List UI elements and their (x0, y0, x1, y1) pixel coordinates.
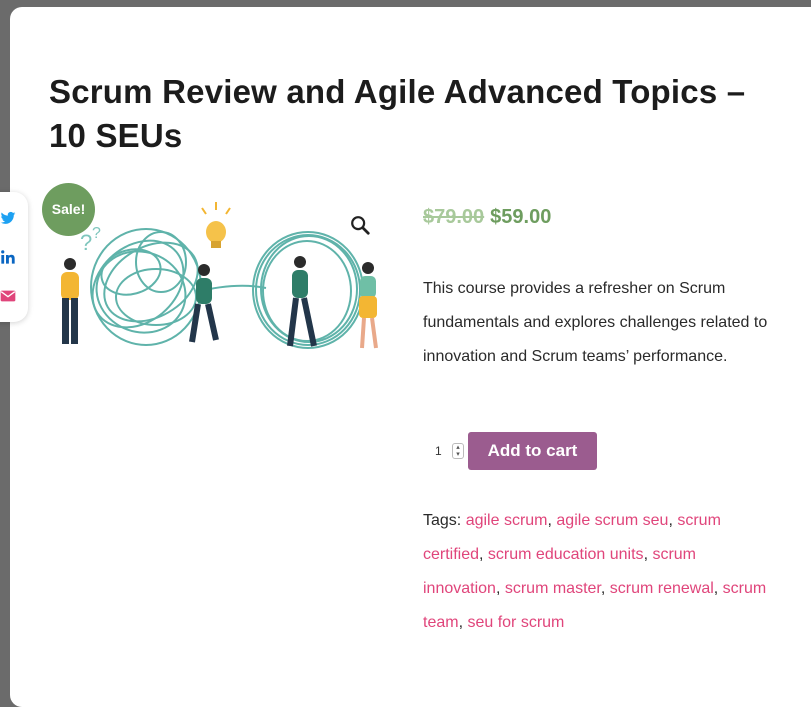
tag-link[interactable]: scrum education units (488, 546, 644, 563)
tag-link[interactable]: agile scrum seu (556, 512, 668, 529)
svg-text:?: ? (80, 230, 92, 255)
tag-link[interactable]: scrum master (505, 580, 601, 597)
tags-label: Tags: (423, 512, 462, 529)
twitter-icon[interactable] (0, 210, 16, 226)
sale-price: $59.00 (490, 206, 552, 228)
zoom-icon[interactable] (349, 214, 371, 236)
product-tags: Tags: agile scrum, agile scrum seu, scru… (423, 512, 767, 631)
tag-link[interactable]: scrum renewal (610, 580, 714, 597)
product-description: This course provides a refresher on Scru… (423, 280, 768, 365)
social-share-bar (0, 192, 28, 322)
tag-link[interactable]: seu for scrum (467, 614, 564, 631)
linkedin-icon[interactable] (0, 249, 16, 265)
product-illustration: ? ? (61, 202, 378, 349)
email-icon[interactable] (0, 288, 16, 304)
person-standing (287, 256, 317, 347)
sale-badge: Sale! (42, 183, 95, 236)
tag-link[interactable]: agile scrum (466, 512, 548, 529)
product-price: $79.00 $59.00 (423, 206, 551, 229)
product-title: Scrum Review and Agile Advanced Topics –… (49, 73, 746, 154)
svg-text:?: ? (92, 225, 101, 242)
tangled-scribble (90, 228, 267, 346)
quantity-stepper-icon[interactable]: ▴ ▾ (452, 443, 464, 459)
add-to-cart-button[interactable]: Add to cart (468, 432, 597, 470)
quantity-value[interactable]: 1 (435, 444, 442, 458)
light-bulb-icon (201, 202, 231, 248)
quantity-input[interactable]: 1 ▴ ▾ (423, 438, 465, 464)
original-price: $79.00 (423, 206, 485, 228)
